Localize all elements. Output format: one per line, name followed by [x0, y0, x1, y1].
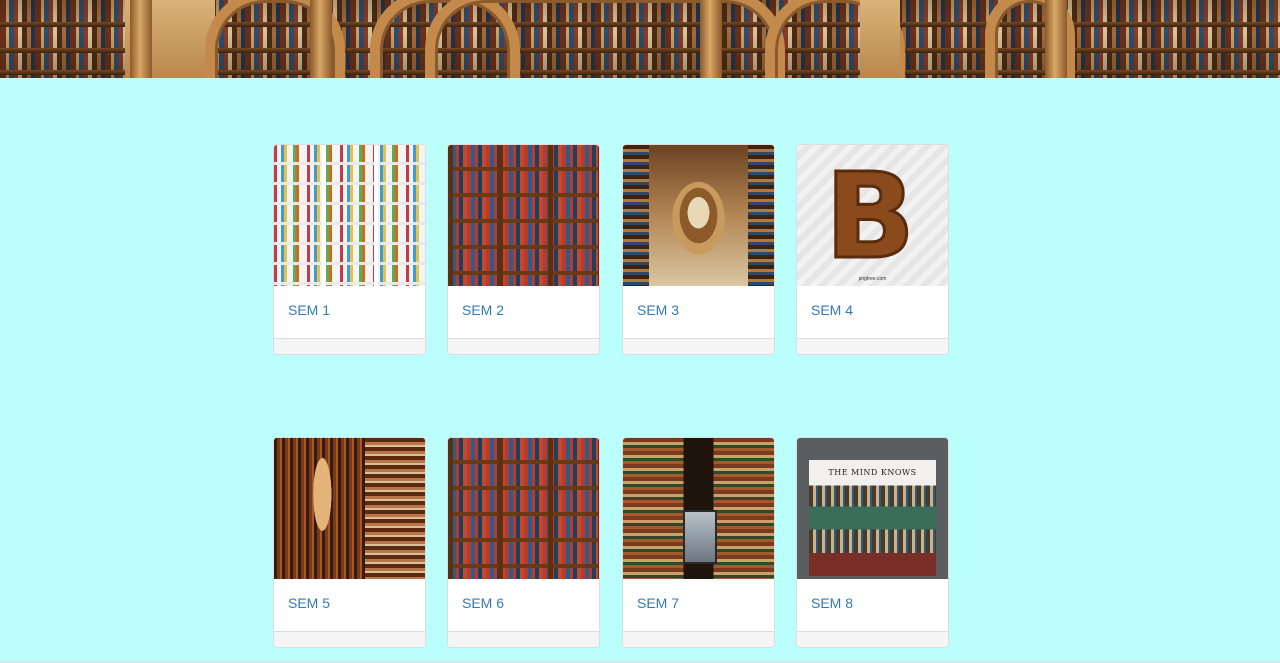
card-image-white-bookshelf[interactable]	[274, 145, 425, 286]
card-image-wooden-bookshelf[interactable]	[448, 438, 599, 579]
card-image-book-stacks[interactable]	[623, 438, 774, 579]
semester-link-3[interactable]: SEM 3	[637, 302, 679, 318]
semester-link-8[interactable]: SEM 8	[811, 595, 853, 611]
card-footer	[797, 338, 948, 354]
semester-card-4[interactable]: B pngtree.com SEM 4	[796, 144, 949, 355]
card-body: SEM 6	[448, 579, 599, 631]
semester-card-5[interactable]: SEM 5	[273, 437, 426, 648]
card-footer	[623, 338, 774, 354]
card-body: SEM 8	[797, 579, 948, 631]
card-image-wooden-bookshelf[interactable]	[448, 145, 599, 286]
card-body: SEM 1	[274, 286, 425, 338]
card-body: SEM 5	[274, 579, 425, 631]
card-footer	[274, 631, 425, 647]
card-body: SEM 7	[623, 579, 774, 631]
semester-link-6[interactable]: SEM 6	[462, 595, 504, 611]
semester-card-1[interactable]: SEM 1	[273, 144, 426, 355]
card-footer	[623, 631, 774, 647]
semester-card-6[interactable]: SEM 6	[447, 437, 600, 648]
semester-link-4[interactable]: SEM 4	[811, 302, 853, 318]
card-image-mind-knows-library[interactable]: THE MIND KNOWS	[797, 438, 948, 579]
card-body: SEM 3	[623, 286, 774, 338]
image-caption-text: THE MIND KNOWS	[828, 468, 917, 477]
letter-b-shelf-graphic: B	[824, 147, 917, 285]
semester-link-7[interactable]: SEM 7	[637, 595, 679, 611]
card-body: SEM 4	[797, 286, 948, 338]
semester-link-2[interactable]: SEM 2	[462, 302, 504, 318]
image-watermark: pngtree.com	[858, 276, 887, 282]
card-footer	[448, 631, 599, 647]
card-image-long-library-hall[interactable]	[274, 438, 425, 579]
semester-link-1[interactable]: SEM 1	[288, 302, 330, 318]
card-image-letter-b-bookshelf[interactable]: B pngtree.com	[797, 145, 948, 286]
semester-card-7[interactable]: SEM 7	[622, 437, 775, 648]
card-footer	[797, 631, 948, 647]
library-interior	[809, 460, 936, 576]
library-banner	[0, 0, 1280, 78]
semester-card-3[interactable]: SEM 3	[622, 144, 775, 355]
semester-card-2[interactable]: SEM 2	[447, 144, 600, 355]
card-image-library-corridor[interactable]	[623, 145, 774, 286]
card-body: SEM 2	[448, 286, 599, 338]
semester-link-5[interactable]: SEM 5	[288, 595, 330, 611]
card-footer	[274, 338, 425, 354]
card-footer	[448, 338, 599, 354]
semester-card-8[interactable]: THE MIND KNOWS SEM 8	[796, 437, 949, 648]
